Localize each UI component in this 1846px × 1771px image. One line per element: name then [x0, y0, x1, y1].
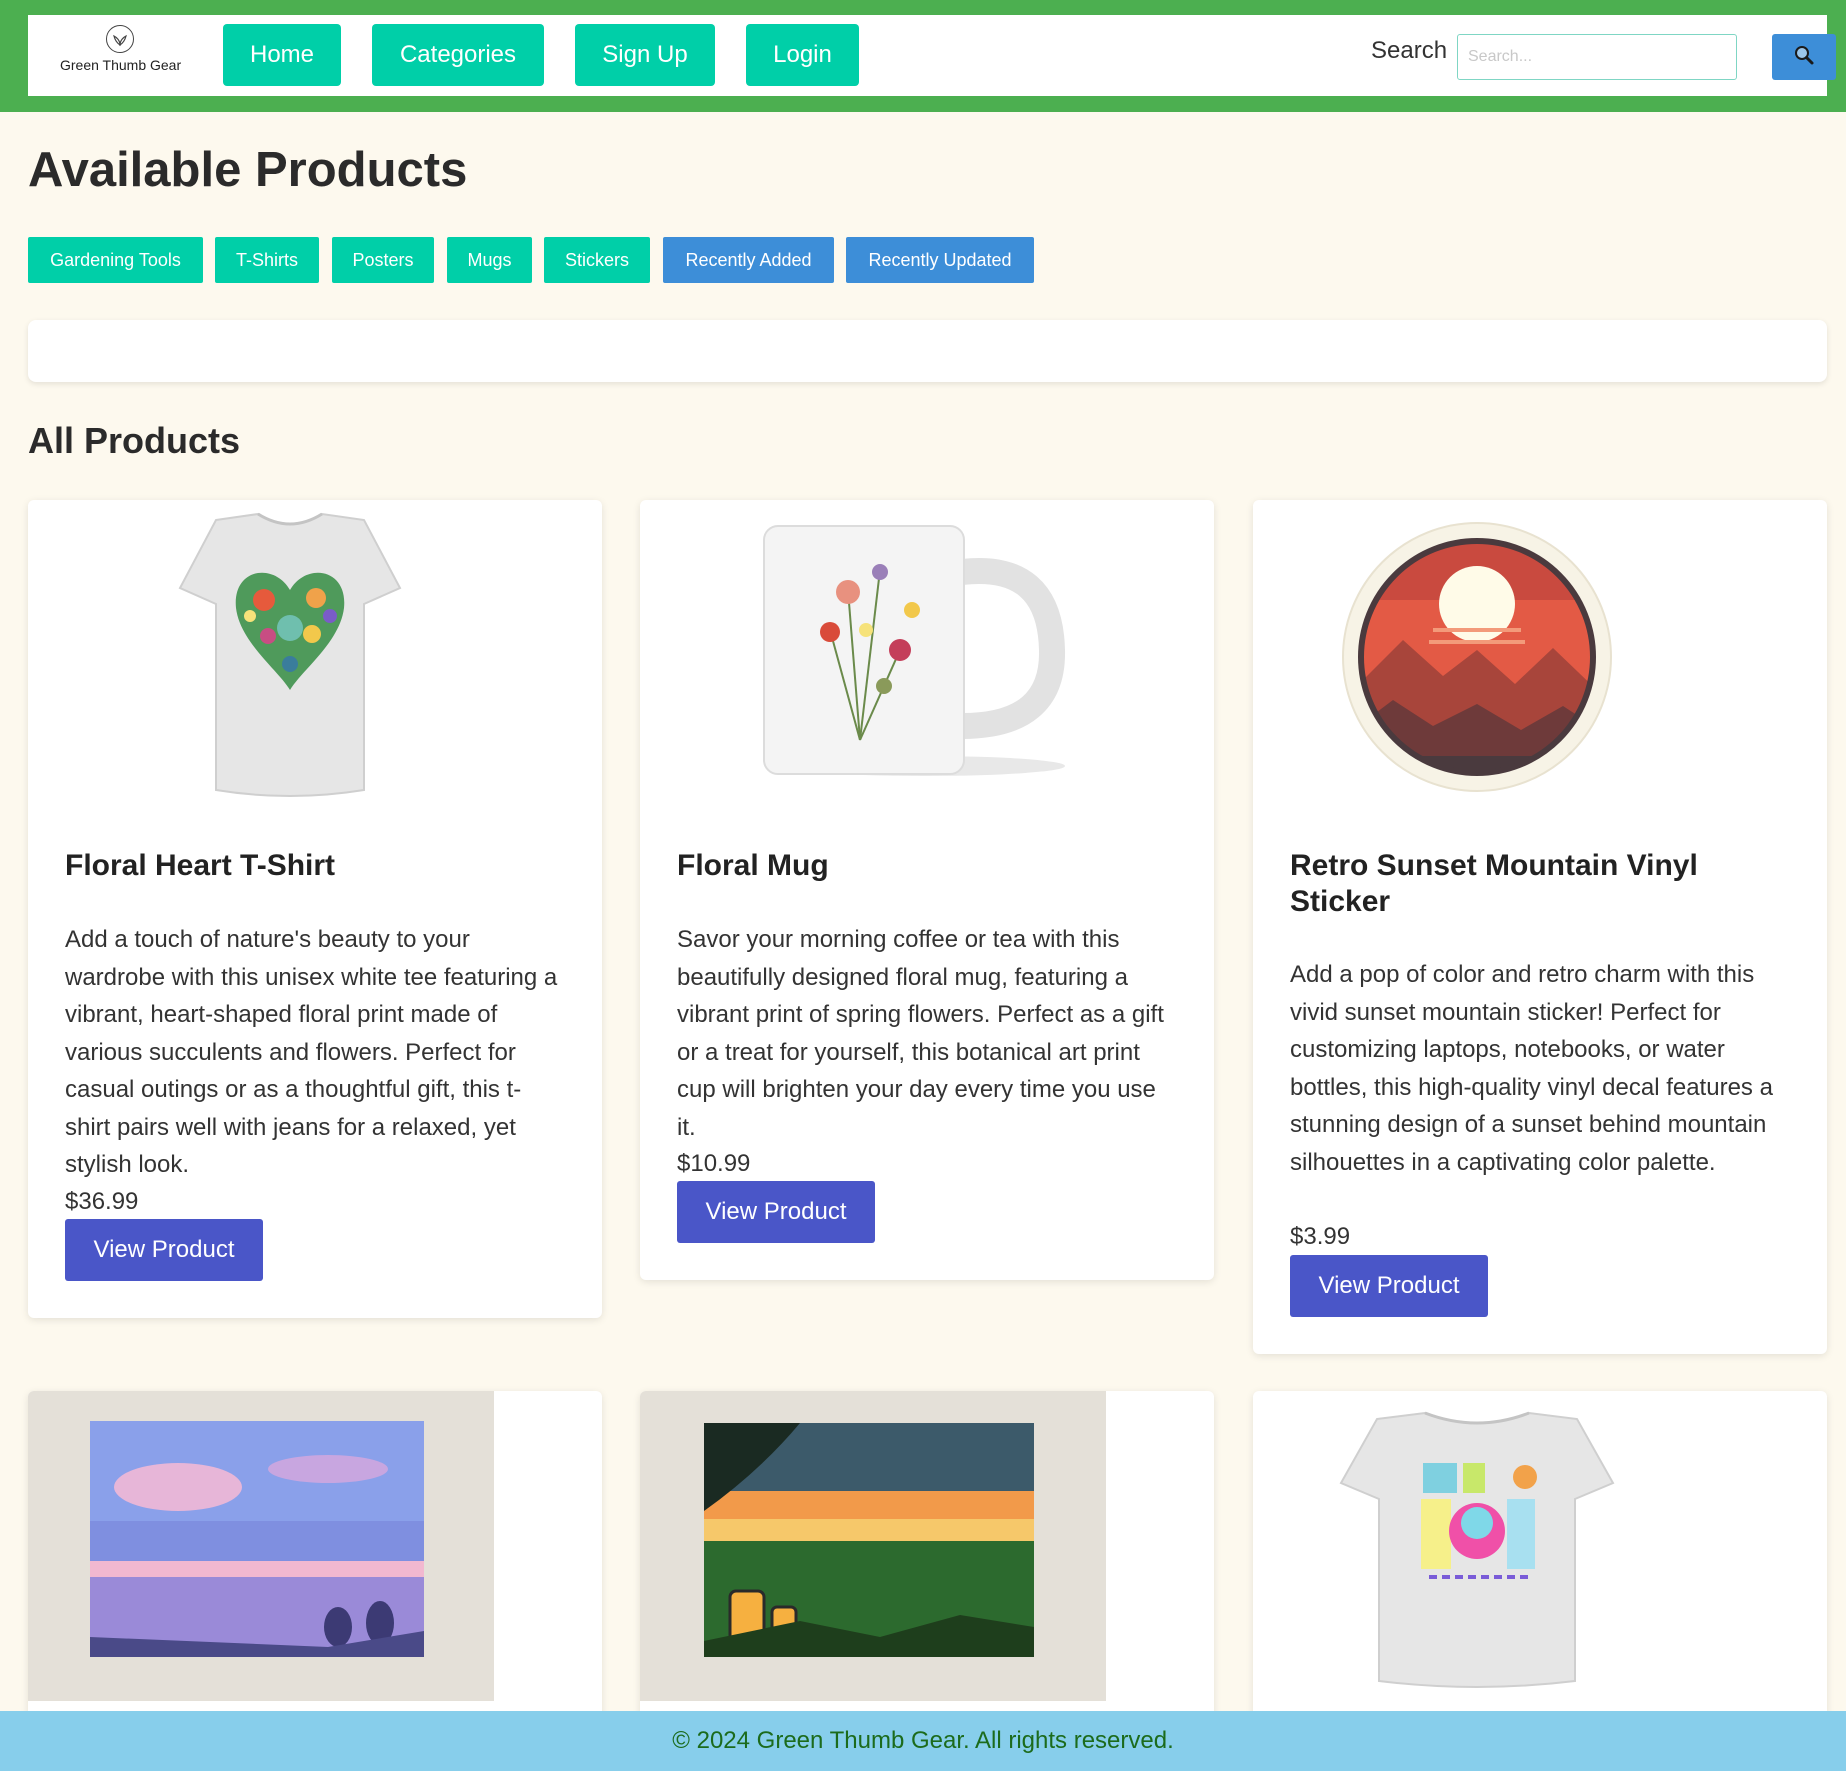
category-gardening-tools[interactable]: Gardening Tools [28, 237, 203, 283]
section-title: All Products [28, 420, 241, 461]
category-recently-added[interactable]: Recently Added [663, 237, 834, 283]
sticker-product-image[interactable] [1253, 500, 1827, 820]
search-input[interactable] [1457, 34, 1737, 80]
category-recently-updated[interactable]: Recently Updated [846, 237, 1034, 283]
product-title[interactable]: Floral Mug [677, 848, 1177, 884]
nav-signup-button[interactable]: Sign Up [575, 24, 715, 86]
category-mugs[interactable]: Mugs [447, 237, 532, 283]
product-card: Retro Sunset Mountain Vinyl Sticker Add … [1253, 500, 1827, 1354]
view-product-button[interactable]: View Product [1290, 1255, 1488, 1317]
product-card: Floral Mug Savor your morning coffee or … [640, 500, 1214, 1280]
view-product-button[interactable]: View Product [677, 1181, 875, 1243]
logo-text: Green Thumb Gear [60, 57, 182, 73]
product-card: Floral Heart T-Shirt Add a touch of natu… [28, 500, 602, 1318]
tshirt-product-image[interactable] [1253, 1391, 1827, 1701]
category-posters[interactable]: Posters [332, 237, 434, 283]
empty-filter-panel [28, 320, 1827, 382]
magnifier-icon [1793, 44, 1815, 71]
product-card [28, 1391, 602, 1731]
header-bar: Green Thumb Gear Home Categories Sign Up… [0, 0, 1846, 112]
product-title[interactable]: Retro Sunset Mountain Vinyl Sticker [1290, 848, 1790, 920]
category-stickers[interactable]: Stickers [544, 237, 650, 283]
product-card [1253, 1391, 1827, 1731]
product-description: Add a touch of nature's beauty to your w… [65, 926, 558, 1178]
product-description: Savor your morning coffee or tea with th… [677, 926, 1164, 1141]
product-title[interactable]: Floral Heart T-Shirt [65, 848, 565, 884]
nav-home-button[interactable]: Home [223, 24, 341, 86]
product-card [640, 1391, 1214, 1731]
poster-product-image[interactable] [640, 1391, 1106, 1701]
footer: © 2024 Green Thumb Gear. All rights rese… [0, 1711, 1846, 1771]
nav-categories-button[interactable]: Categories [372, 24, 544, 86]
view-product-button[interactable]: View Product [65, 1219, 263, 1281]
mug-product-image[interactable] [640, 500, 1214, 820]
product-description: Add a pop of color and retro charm with … [1290, 961, 1773, 1176]
search-button[interactable] [1772, 34, 1836, 80]
header-inner: Green Thumb Gear Home Categories Sign Up… [28, 15, 1836, 96]
search-label: Search [1371, 37, 1448, 64]
site-logo[interactable]: Green Thumb Gear [60, 23, 182, 87]
product-price: $10.99 [677, 1150, 751, 1177]
product-price: $3.99 [1290, 1223, 1351, 1250]
tshirt-product-image[interactable] [28, 500, 602, 820]
footer-copyright: © 2024 Green Thumb Gear. All rights rese… [672, 1727, 1174, 1754]
nav-login-button[interactable]: Login [746, 24, 859, 86]
leaf-logo-icon [106, 25, 134, 53]
page-title: Available Products [28, 143, 468, 197]
product-price: $36.99 [65, 1188, 139, 1215]
category-t-shirts[interactable]: T-Shirts [215, 237, 319, 283]
poster-product-image[interactable] [28, 1391, 494, 1701]
